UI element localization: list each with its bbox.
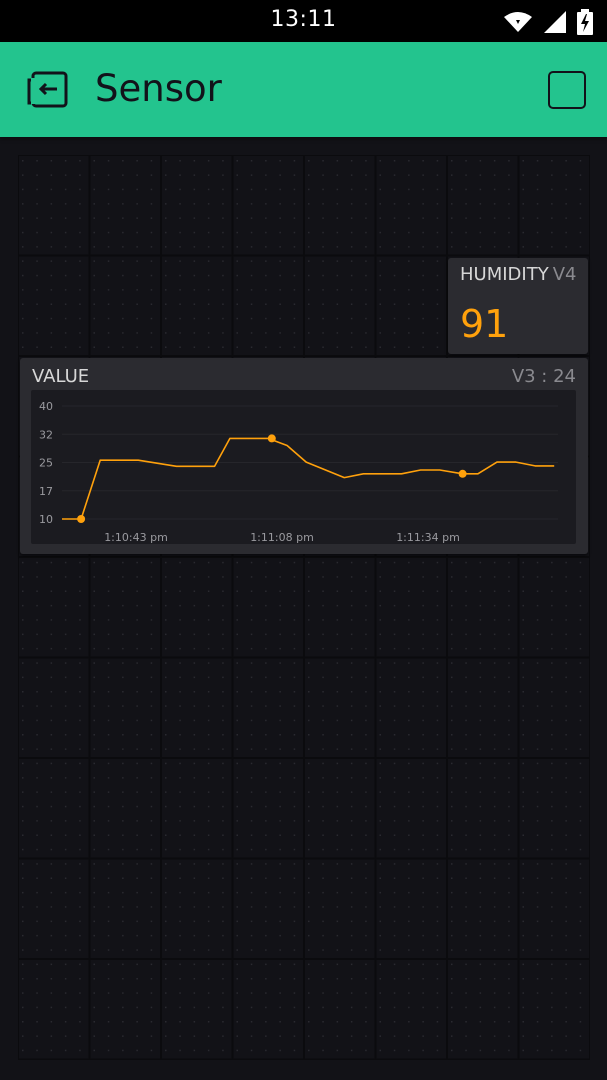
data-point-marker bbox=[77, 515, 86, 523]
series-line bbox=[62, 437, 555, 520]
value-line-chart: 40 32 25 17 10 1:10:43 pm 1:11:08 pm 1:11:34 pm bbox=[39, 400, 558, 544]
status-bar: 13:11 bbox=[0, 0, 607, 42]
square-button[interactable] bbox=[548, 71, 586, 109]
humidity-pin: V4 bbox=[552, 264, 577, 285]
data-point-marker bbox=[267, 434, 276, 443]
value-chart-widget[interactable]: VALUE V3 : 24 40 32 25 17 10 1:10:43 pm 1:11:0… bbox=[20, 358, 588, 554]
humidity-value-display[interactable]: HUMIDITY V4 91 bbox=[448, 258, 588, 354]
app-bar: Sensor bbox=[0, 42, 607, 137]
status-icons bbox=[503, 9, 593, 39]
data-point-marker bbox=[458, 469, 467, 478]
y-tick-label: 25 bbox=[39, 457, 53, 470]
humidity-label-text: HUMIDITY bbox=[460, 264, 549, 285]
humidity-label: HUMIDITY V4 bbox=[460, 264, 576, 285]
chart-title: VALUE bbox=[32, 366, 90, 387]
x-tick-label: 1:11:34 pm bbox=[396, 531, 460, 544]
y-tick-label: 40 bbox=[39, 400, 53, 413]
signal-icon bbox=[543, 10, 567, 38]
battery-charging-icon bbox=[577, 9, 593, 39]
x-tick-label: 1:10:43 pm bbox=[104, 531, 168, 544]
x-tick-label: 1:11:08 pm bbox=[250, 531, 314, 544]
exit-project-button[interactable] bbox=[24, 70, 70, 110]
exit-project-icon bbox=[27, 71, 68, 108]
chart-pin-readout: V3 : 24 bbox=[511, 366, 576, 387]
y-tick-label: 32 bbox=[39, 428, 53, 441]
y-tick-label: 17 bbox=[39, 485, 53, 498]
chart-area[interactable]: 40 32 25 17 10 1:10:43 pm 1:11:08 pm 1:11:34 pm bbox=[31, 390, 576, 544]
page-title: Sensor bbox=[95, 67, 222, 110]
wifi-icon bbox=[503, 11, 533, 37]
humidity-value: 91 bbox=[460, 302, 509, 346]
y-tick-label: 10 bbox=[39, 513, 53, 526]
